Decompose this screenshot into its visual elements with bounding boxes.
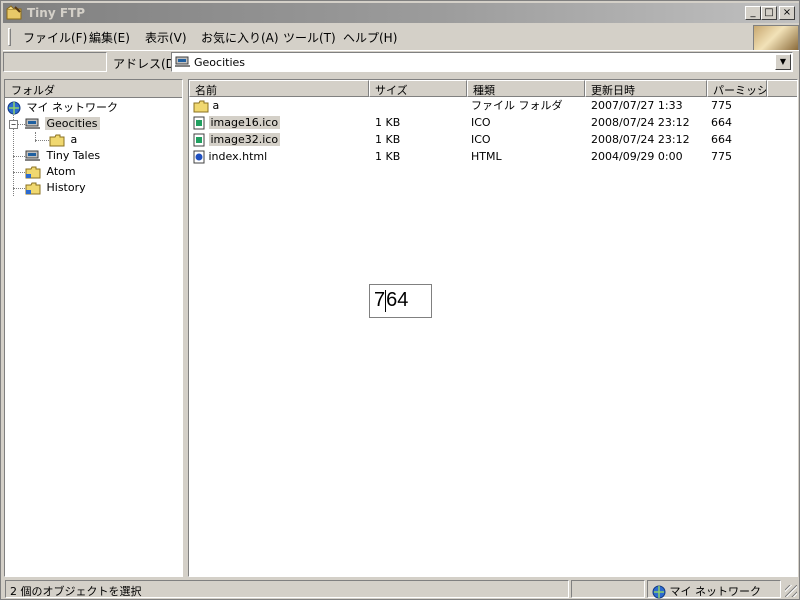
status-empty-pane	[571, 580, 645, 598]
app-icon	[6, 5, 22, 20]
menu-tools[interactable]: ツール(T)	[279, 29, 340, 46]
file-type: ファイル フォルダ	[471, 99, 563, 112]
ico-file-icon	[193, 133, 205, 147]
file-size: 1 KB	[375, 116, 401, 129]
tree-item-a[interactable]: a	[49, 132, 79, 148]
app-window: Tiny FTP _ □ × ファイル(F) 編集(E) 表示(V) お気に入り…	[0, 0, 800, 600]
html-file-icon	[193, 150, 205, 164]
tree-collapse-button[interactable]: −	[9, 120, 18, 129]
permission-edit-input[interactable]: 764	[369, 284, 432, 318]
title-bar[interactable]: Tiny FTP _ □ ×	[3, 3, 799, 23]
file-modified: 2007/07/27 1:33	[591, 99, 683, 112]
toolbar-band	[3, 52, 107, 72]
address-dropdown-button[interactable]: ▼	[775, 54, 791, 70]
file-permission: 664	[711, 116, 732, 129]
file-permission: 664	[711, 133, 732, 146]
file-permission: 775	[711, 99, 732, 112]
column-header-name[interactable]: 名前	[189, 80, 369, 97]
server-icon	[25, 118, 40, 129]
folder-icon	[49, 134, 65, 146]
folder-tree-pane[interactable]: フォルダ マイ ネットワーク − Geocities a Tiny Tales …	[4, 79, 183, 577]
folder-pane-header: フォルダ	[5, 80, 182, 98]
column-header-filler	[767, 80, 797, 97]
folder-icon	[25, 182, 41, 194]
file-modified: 2008/07/24 23:12	[591, 116, 690, 129]
edit-text-after-caret: 64	[386, 289, 409, 311]
column-header-type[interactable]: 種類	[467, 80, 585, 97]
status-zone-label: マイ ネットワーク	[669, 585, 762, 598]
server-icon	[175, 56, 190, 67]
list-header: 名前 サイズ 種類 更新日時 パーミッシ...	[189, 80, 797, 98]
file-name: image16.ico	[208, 116, 281, 129]
table-row[interactable]: image16.ico 1 KB ICO 2008/07/24 23:12 66…	[189, 114, 797, 131]
address-bar: アドレス(D) Geocities ▼	[3, 50, 799, 72]
network-icon	[7, 101, 21, 115]
menu-edit[interactable]: 編集(E)	[85, 29, 134, 46]
window-title: Tiny FTP	[27, 6, 86, 20]
address-value: Geocities	[194, 56, 245, 69]
file-type: ICO	[471, 116, 491, 129]
resize-grip[interactable]	[785, 585, 797, 597]
network-icon	[652, 585, 666, 599]
tree-item-tiny-tales[interactable]: Tiny Tales	[25, 148, 102, 164]
menu-view[interactable]: 表示(V)	[141, 29, 191, 46]
status-selection: 2 個のオブジェクトを選択	[5, 580, 569, 598]
file-permission: 775	[711, 150, 732, 163]
file-name: image32.ico	[208, 133, 281, 146]
toolbar-grip[interactable]	[8, 28, 11, 46]
maximize-button[interactable]: □	[761, 6, 777, 20]
tree-item-atom[interactable]: Atom	[25, 164, 78, 180]
ico-file-icon	[193, 116, 205, 130]
file-type: HTML	[471, 150, 502, 163]
file-name: index.html	[208, 150, 268, 163]
edit-text-before-caret: 7	[374, 289, 386, 311]
folder-icon	[25, 166, 41, 178]
table-row[interactable]: a ファイル フォルダ 2007/07/27 1:33 775	[189, 97, 797, 114]
tree-item-geocities[interactable]: Geocities	[25, 116, 100, 132]
address-field[interactable]: Geocities ▼	[171, 52, 793, 72]
file-name: a	[212, 99, 220, 112]
close-button[interactable]: ×	[779, 6, 795, 20]
status-zone: マイ ネットワーク	[647, 580, 781, 599]
folder-icon	[193, 100, 209, 112]
file-list-pane[interactable]: 名前 サイズ 種類 更新日時 パーミッシ... a ファイル フォルダ 2007…	[188, 79, 798, 577]
file-size: 1 KB	[375, 150, 401, 163]
menu-help[interactable]: ヘルプ(H)	[339, 29, 401, 46]
tree-item-my-network[interactable]: マイ ネットワーク	[7, 100, 120, 116]
menu-bar: ファイル(F) 編集(E) 表示(V) お気に入り(A) ツール(T) ヘルプ(…	[3, 25, 799, 51]
table-row[interactable]: index.html 1 KB HTML 2004/09/29 0:00 775	[189, 148, 797, 165]
table-row[interactable]: image32.ico 1 KB ICO 2008/07/24 23:12 66…	[189, 131, 797, 148]
minimize-button[interactable]: _	[745, 6, 761, 20]
file-modified: 2008/07/24 23:12	[591, 133, 690, 146]
status-bar: 2 個のオブジェクトを選択 マイ ネットワーク	[3, 579, 799, 599]
server-icon	[25, 150, 40, 161]
column-header-permission[interactable]: パーミッシ...	[707, 80, 767, 97]
file-type: ICO	[471, 133, 491, 146]
tree-item-history[interactable]: History	[25, 180, 88, 196]
column-header-size[interactable]: サイズ	[369, 80, 467, 97]
app-logo	[753, 25, 799, 51]
menu-favorites[interactable]: お気に入り(A)	[197, 29, 283, 46]
address-label: アドレス(D)	[113, 57, 180, 71]
menu-file[interactable]: ファイル(F)	[19, 29, 91, 46]
file-modified: 2004/09/29 0:00	[591, 150, 683, 163]
file-size: 1 KB	[375, 133, 401, 146]
column-header-modified[interactable]: 更新日時	[585, 80, 707, 97]
